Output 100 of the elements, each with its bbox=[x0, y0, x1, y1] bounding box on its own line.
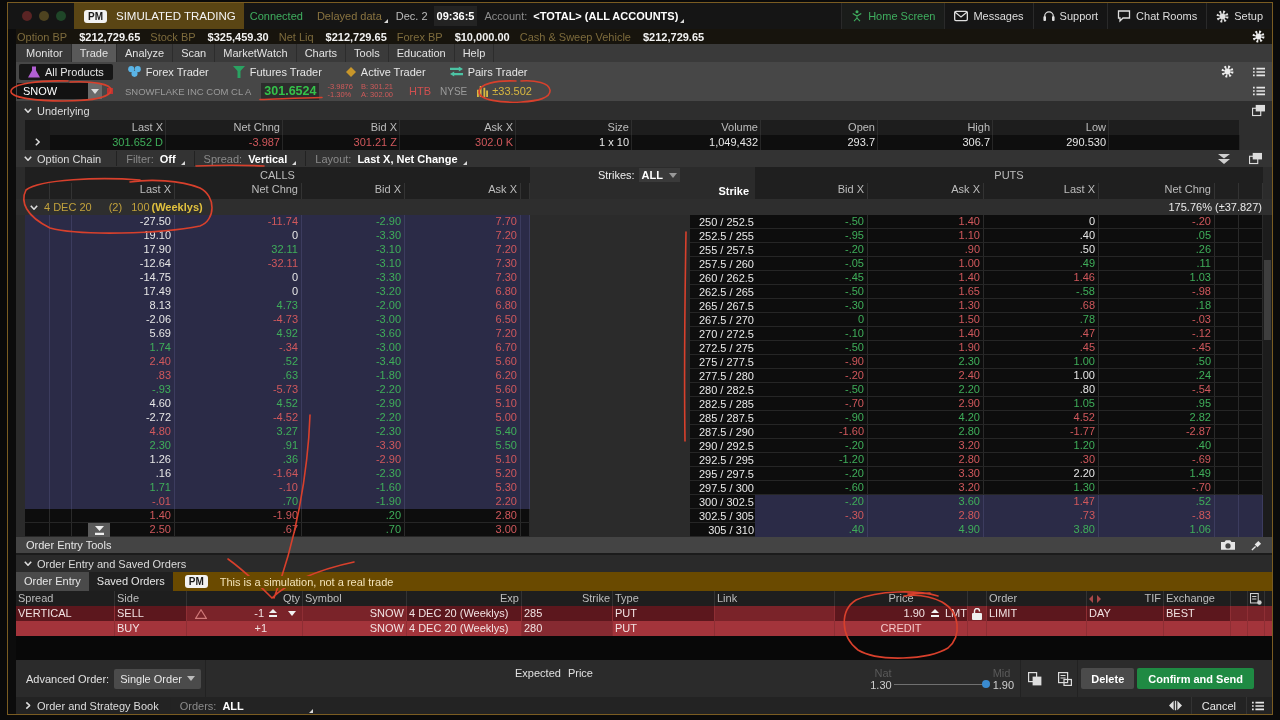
padlock-icon[interactable] bbox=[972, 607, 982, 620]
product-tab[interactable]: Futures Trader bbox=[223, 63, 331, 80]
call-row[interactable]: .83 .63 -1.80 6.20 bbox=[25, 369, 530, 383]
call-row[interactable]: -14.75 0 -3.30 7.30 bbox=[25, 271, 530, 285]
settings-icon[interactable] bbox=[1221, 65, 1234, 78]
call-row[interactable]: 4.80 3.27 -2.30 5.40 bbox=[25, 425, 530, 439]
call-row[interactable]: -27.50 -11.74 -2.90 7.70 bbox=[25, 215, 530, 229]
eject-icon[interactable] bbox=[269, 608, 277, 619]
product-tab[interactable]: Active Trader bbox=[336, 63, 435, 80]
call-row[interactable]: -.01 .70 -1.90 2.20 bbox=[25, 495, 530, 509]
call-row[interactable]: 1.40 -1.90 .20 2.80 bbox=[25, 509, 530, 523]
chevron-icon[interactable] bbox=[30, 204, 38, 210]
symbol-field[interactable]: SNOW bbox=[17, 83, 88, 99]
document-icon[interactable] bbox=[1250, 592, 1262, 605]
put-row[interactable]: -.70 2.90 1.05 .95 bbox=[755, 397, 1263, 411]
exchange-field[interactable]: BEST bbox=[1164, 606, 1231, 621]
spread-field[interactable]: VERTICAL bbox=[16, 606, 115, 621]
put-row[interactable]: -.30 1.30 .68 .18 bbox=[755, 299, 1263, 313]
put-row[interactable]: -.95 1.10 .40 .05 bbox=[755, 229, 1263, 243]
strike-field[interactable]: 280 bbox=[522, 621, 613, 636]
scrollbar-thumb[interactable] bbox=[1264, 260, 1271, 340]
call-row[interactable]: 5.69 4.92 -3.60 7.20 bbox=[25, 327, 530, 341]
product-tab[interactable]: Pairs Trader bbox=[440, 63, 537, 80]
call-row[interactable]: 8.13 4.73 -2.00 6.80 bbox=[25, 299, 530, 313]
chevron-icon[interactable] bbox=[24, 561, 32, 566]
double-caret-icon[interactable] bbox=[1218, 152, 1230, 165]
quantity-field[interactable]: -1 bbox=[254, 606, 264, 621]
put-row[interactable]: -.10 1.40 .47 -.12 bbox=[755, 327, 1263, 341]
put-row[interactable]: -.50 2.20 .80 -.54 bbox=[755, 383, 1263, 397]
popout-icon[interactable] bbox=[1252, 104, 1265, 117]
put-row[interactable]: -1.20 2.80 .30 -.69 bbox=[755, 453, 1263, 467]
put-row[interactable]: -.90 4.20 4.52 2.82 bbox=[755, 411, 1263, 425]
advanced-order-dropdown[interactable]: Single Order bbox=[114, 668, 202, 689]
cancel-button[interactable]: Cancel bbox=[1190, 697, 1247, 714]
quantity-field[interactable]: +1 bbox=[254, 621, 267, 636]
eject-icon[interactable] bbox=[931, 608, 939, 619]
type-field[interactable]: PUT bbox=[613, 606, 715, 621]
action-button[interactable]: Confirm and Send bbox=[1137, 668, 1254, 689]
tif-field[interactable]: DAY bbox=[1087, 606, 1164, 621]
call-row[interactable]: 17.90 32.11 -3.10 7.20 bbox=[25, 243, 530, 257]
filter-dropdown[interactable]: Vertical bbox=[248, 152, 288, 165]
call-row[interactable]: 1.74 -.34 -3.00 6.70 bbox=[25, 341, 530, 355]
put-row[interactable]: -.20 .90 .50 .26 bbox=[755, 243, 1263, 257]
put-row[interactable]: -.20 3.30 2.20 1.49 bbox=[755, 467, 1263, 481]
copy-icon[interactable] bbox=[1028, 671, 1043, 686]
call-row[interactable]: -2.72 -4.52 -2.20 5.00 bbox=[25, 411, 530, 425]
put-row[interactable]: 0 1.50 .78 -.03 bbox=[755, 313, 1263, 327]
header-link[interactable]: Home Screen bbox=[841, 3, 945, 29]
product-tab[interactable]: Forex Trader bbox=[118, 63, 218, 80]
popout-icon[interactable] bbox=[1249, 152, 1262, 165]
split-arrows-icon[interactable] bbox=[1168, 699, 1182, 712]
call-row[interactable]: -.93 -5.73 -2.20 5.60 bbox=[25, 383, 530, 397]
data-feed-status[interactable]: Delayed data bbox=[316, 10, 382, 22]
product-tab[interactable]: All Products bbox=[19, 63, 113, 80]
put-row[interactable]: -.90 2.30 1.00 .50 bbox=[755, 355, 1263, 369]
dropdown-button[interactable] bbox=[88, 83, 102, 99]
call-row[interactable]: 1.71 -.10 -1.60 5.30 bbox=[25, 481, 530, 495]
put-row[interactable]: -.50 1.40 0 -.20 bbox=[755, 215, 1263, 229]
put-row[interactable]: -.50 1.65 -.58 -.98 bbox=[755, 285, 1263, 299]
strikes-dropdown[interactable]: ALL bbox=[638, 168, 680, 182]
caret-icon[interactable] bbox=[288, 611, 296, 616]
put-row[interactable]: -1.60 2.80 -1.77 -2.87 bbox=[755, 425, 1263, 439]
put-row[interactable]: -.50 1.90 .45 -.45 bbox=[755, 341, 1263, 355]
chevron-icon[interactable] bbox=[24, 156, 32, 161]
documents-icon[interactable] bbox=[1058, 671, 1073, 686]
call-row[interactable]: 2.40 .52 -3.40 5.60 bbox=[25, 355, 530, 369]
list-icon[interactable] bbox=[1253, 65, 1265, 78]
list-icon[interactable] bbox=[1252, 699, 1264, 712]
call-row[interactable]: 4.60 4.52 -2.90 5.10 bbox=[25, 397, 530, 411]
chevron-icon[interactable] bbox=[24, 108, 32, 113]
price-field[interactable]: 1.90 bbox=[903, 606, 925, 621]
camera-icon[interactable] bbox=[1221, 538, 1235, 552]
put-row[interactable]: -.20 3.60 1.47 .52 bbox=[755, 495, 1263, 509]
put-row[interactable]: -.60 3.20 1.30 -.70 bbox=[755, 481, 1263, 495]
list-icon[interactable] bbox=[1253, 85, 1265, 97]
chevron-icon[interactable] bbox=[25, 701, 31, 710]
scrollbar[interactable] bbox=[1263, 215, 1272, 537]
settings-icon[interactable] bbox=[1252, 30, 1265, 43]
filter-dropdown[interactable]: Off bbox=[159, 152, 176, 165]
call-row[interactable]: 17.49 0 -3.20 6.80 bbox=[25, 285, 530, 299]
order-tab[interactable]: Order Entry bbox=[16, 572, 89, 591]
arrows-icon[interactable] bbox=[1089, 594, 1101, 603]
put-row[interactable]: .40 4.90 3.80 1.06 bbox=[755, 523, 1263, 537]
filter-dropdown[interactable]: Last X, Net Change bbox=[357, 152, 458, 165]
put-row[interactable]: -.20 2.40 1.00 .24 bbox=[755, 369, 1263, 383]
put-row[interactable]: -.45 1.40 1.46 1.03 bbox=[755, 271, 1263, 285]
account-selector[interactable]: <TOTAL> (ALL ACCOUNTS) bbox=[533, 10, 679, 22]
call-row[interactable]: .16 -1.64 -2.30 5.20 bbox=[25, 467, 530, 481]
chevron-right-icon[interactable] bbox=[35, 138, 40, 146]
orders-dropdown[interactable]: ALL bbox=[222, 699, 244, 712]
put-row[interactable]: -.30 2.80 .73 -.83 bbox=[755, 509, 1263, 523]
call-row[interactable]: 1.26 .36 -2.90 5.10 bbox=[25, 453, 530, 467]
expiration-field[interactable]: 4 DEC 20 (Weeklys) bbox=[407, 606, 522, 621]
menu-tab[interactable]: Trade bbox=[71, 44, 117, 62]
call-row[interactable]: 2.30 .91 -3.30 5.50 bbox=[25, 439, 530, 453]
side-field[interactable]: SELL bbox=[115, 606, 187, 621]
call-row[interactable]: -12.64 -32.11 -3.10 7.30 bbox=[25, 257, 530, 271]
action-button[interactable]: Delete bbox=[1081, 668, 1135, 689]
strike-field[interactable]: 285 bbox=[522, 606, 613, 621]
put-row[interactable]: -.05 1.00 .49 .11 bbox=[755, 257, 1263, 271]
